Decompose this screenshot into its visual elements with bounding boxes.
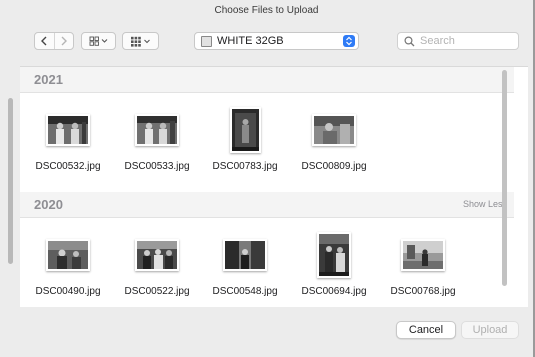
- file-item[interactable]: DSC00783.jpg: [200, 105, 290, 172]
- photo-thumbnail: [312, 114, 356, 146]
- file-name: DSC00783.jpg: [212, 161, 278, 172]
- search-field[interactable]: [397, 32, 519, 50]
- file-browser: 2021 DSC00532.jpg DSC00533.jpg DSC00783.…: [20, 66, 528, 307]
- file-item[interactable]: DSC00490.jpg: [23, 230, 113, 297]
- location-label: WHITE 32GB: [217, 35, 284, 47]
- search-input[interactable]: [420, 35, 516, 47]
- section-header-2021: 2021: [20, 67, 514, 93]
- grid-view-icon: [89, 36, 107, 46]
- file-name: DSC00809.jpg: [301, 161, 367, 172]
- drive-icon: [201, 35, 212, 47]
- file-name: DSC00694.jpg: [301, 286, 367, 297]
- back-button[interactable]: [35, 33, 54, 49]
- file-name: DSC00548.jpg: [212, 286, 278, 297]
- forward-button[interactable]: [53, 33, 74, 49]
- search-icon: [404, 35, 415, 46]
- chevron-right-icon: [61, 36, 67, 46]
- photo-thumbnail: [317, 232, 351, 278]
- group-by-icon: [130, 36, 150, 47]
- photo-thumbnail: [229, 107, 261, 153]
- file-item[interactable]: DSC00548.jpg: [200, 230, 290, 297]
- section-year: 2020: [34, 197, 63, 212]
- file-name: DSC00532.jpg: [35, 161, 101, 172]
- file-name: DSC00533.jpg: [124, 161, 190, 172]
- photo-thumbnail: [401, 239, 445, 271]
- file-item[interactable]: DSC00522.jpg: [112, 230, 202, 297]
- nav-back-forward: [34, 32, 74, 50]
- photo-thumbnail: [135, 239, 179, 271]
- content-scrollbar[interactable]: [500, 66, 509, 306]
- upload-button[interactable]: Upload: [461, 321, 519, 339]
- file-item[interactable]: DSC00533.jpg: [112, 105, 202, 172]
- file-item[interactable]: DSC00768.jpg: [378, 230, 468, 297]
- photo-thumbnail: [135, 114, 179, 146]
- file-picker-dialog: Choose Files to Upload WHITE 32GB Search…: [0, 0, 535, 357]
- photo-thumbnail: [46, 114, 90, 146]
- view-mode-button[interactable]: [81, 32, 116, 50]
- file-item[interactable]: DSC00532.jpg: [23, 105, 113, 172]
- section-year: 2021: [34, 72, 63, 87]
- file-item[interactable]: DSC00809.jpg: [289, 105, 379, 172]
- file-name: DSC00768.jpg: [390, 286, 456, 297]
- file-name: DSC00490.jpg: [35, 286, 101, 297]
- photo-thumbnail: [223, 239, 267, 271]
- file-name: DSC00522.jpg: [124, 286, 190, 297]
- chevron-left-icon: [41, 36, 47, 46]
- popup-stepper-icon: [343, 35, 355, 47]
- sidebar-scrollbar[interactable]: [8, 98, 13, 264]
- photo-thumbnail: [46, 239, 90, 271]
- scrollbar-thumb[interactable]: [502, 70, 507, 286]
- group-by-button[interactable]: [122, 32, 159, 50]
- location-popup[interactable]: WHITE 32GB: [194, 32, 359, 50]
- cancel-button[interactable]: Cancel: [396, 321, 456, 339]
- dialog-title: Choose Files to Upload: [214, 5, 319, 16]
- file-item[interactable]: DSC00694.jpg: [289, 230, 379, 297]
- section-header-2020: 2020 Show Less: [20, 192, 514, 218]
